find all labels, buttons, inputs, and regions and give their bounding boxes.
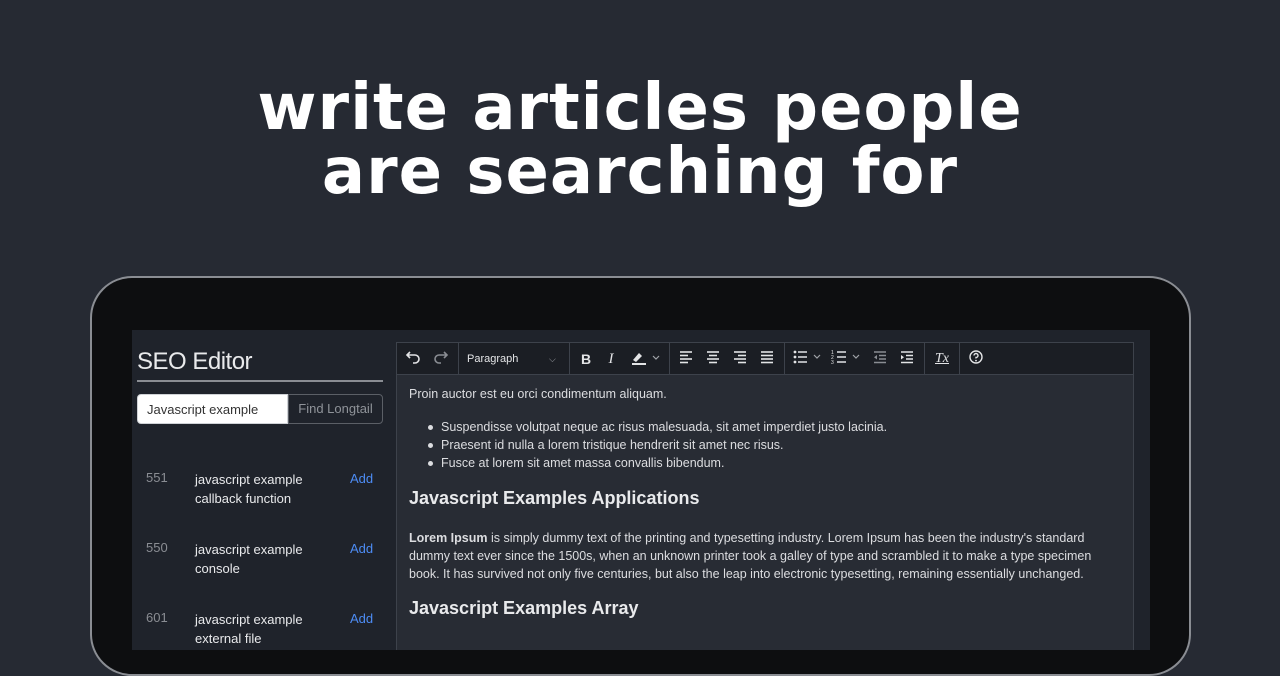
svg-text:3: 3 (831, 360, 834, 365)
italic-icon[interactable]: I (603, 349, 619, 369)
block-format-value: Paragraph (467, 353, 519, 365)
title-divider (137, 380, 383, 382)
rich-text-editor: Paragraph ⌵ B I 1 2 3 Tx Proin auctor es… (396, 342, 1134, 650)
paragraph-text: is simply dummy text of the printing and… (409, 531, 1092, 581)
align-right-icon[interactable] (731, 349, 749, 369)
bullet-list: Suspendisse volutpat neque ac risus male… (409, 418, 887, 472)
intro-paragraph: Proin auctor est eu orci condimentum ali… (409, 387, 667, 401)
section-heading: Javascript Examples Array (409, 598, 639, 618)
undo-icon[interactable] (403, 349, 423, 369)
outdent-icon[interactable] (871, 349, 889, 369)
keyword-text: javascript example external file (195, 612, 303, 646)
keyword-row: 550 javascript example console Add (132, 538, 384, 582)
bold-text: Lorem Ipsum (409, 531, 488, 545)
list-item: Fusce at lorem sit amet massa convallis … (409, 454, 887, 472)
add-keyword-link[interactable]: Add (350, 541, 373, 556)
keyword-search-input[interactable] (137, 394, 288, 424)
toolbar-separator (669, 343, 670, 374)
indent-icon[interactable] (898, 349, 916, 369)
bullet-list-icon[interactable] (792, 349, 826, 369)
sidebar: SEO Editor Find Longtail 551 javascript … (132, 330, 384, 650)
align-center-icon[interactable] (704, 349, 722, 369)
editor-toolbar: Paragraph ⌵ B I 1 2 3 Tx (397, 343, 1133, 375)
help-icon[interactable] (967, 349, 985, 369)
toolbar-separator (569, 343, 570, 374)
toolbar-separator (458, 343, 459, 374)
chevron-down-icon: ⌵ (549, 354, 556, 364)
keyword-text: javascript example console (195, 542, 303, 576)
add-keyword-link[interactable]: Add (350, 611, 373, 626)
align-justify-icon[interactable] (758, 349, 776, 369)
block-format-select[interactable]: Paragraph ⌵ (467, 349, 571, 369)
body-paragraph: Lorem Ipsum is simply dummy text of the … (409, 529, 1121, 583)
add-keyword-link[interactable]: Add (350, 471, 373, 486)
toolbar-separator (959, 343, 960, 374)
find-longtail-button[interactable]: Find Longtail (288, 394, 383, 424)
search-volume: 550 (146, 540, 168, 555)
numbered-list-icon[interactable]: 123 (831, 349, 865, 369)
keyword-text: javascript example callback function (195, 472, 303, 506)
headline-line-2: are searching for (321, 135, 959, 209)
align-left-icon[interactable] (677, 349, 695, 369)
list-item: Suspendisse volutpat neque ac risus male… (409, 418, 887, 436)
headline-line-1: write articles people (257, 71, 1023, 145)
keyword-row: 551 javascript example callback function… (132, 468, 384, 512)
toolbar-separator (924, 343, 925, 374)
bold-icon[interactable]: B (577, 349, 595, 369)
keyword-row: 601 javascript example external file Add (132, 608, 384, 650)
app-title: SEO Editor (137, 348, 253, 375)
headline: write articles people are searching for (0, 76, 1280, 204)
search-volume: 551 (146, 470, 168, 485)
search-volume: 601 (146, 610, 168, 625)
toolbar-separator (784, 343, 785, 374)
app-screen: SEO Editor Find Longtail 551 javascript … (132, 330, 1150, 650)
highlight-icon[interactable] (629, 349, 663, 369)
clear-format-icon[interactable]: Tx (932, 349, 952, 369)
section-heading: Javascript Examples Applications (409, 488, 700, 508)
list-item: Praesent id nulla a lorem tristique hend… (409, 436, 887, 454)
redo-icon[interactable] (431, 349, 451, 369)
